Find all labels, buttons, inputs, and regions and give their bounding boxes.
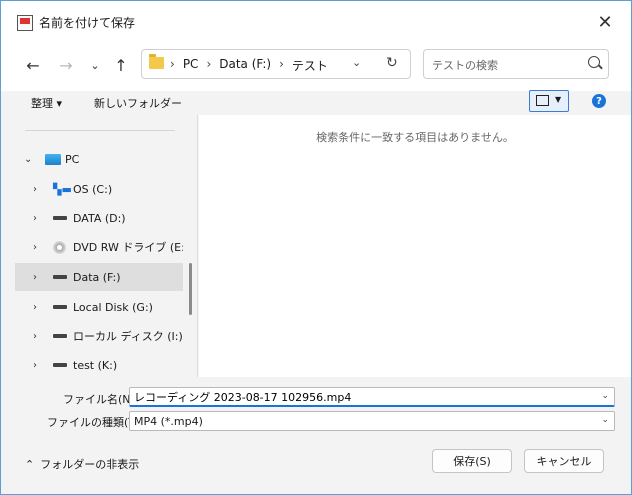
back-button[interactable]: ← xyxy=(21,53,45,77)
sidebar-item-dvd-e[interactable]: › DVD RW ドライブ (E:) Au xyxy=(15,233,183,261)
command-bar: 整理 ▾ 新しいフォルダー ▼ ? xyxy=(1,90,631,115)
save-as-dialog: 名前を付けて保存 ✕ ← → ⌄ ↑ › PC › Data (F:) › テス… xyxy=(0,0,632,495)
windows-drive-icon: ▚▬ xyxy=(53,182,72,196)
arrow-right-icon: → xyxy=(59,55,73,75)
chevron-right-icon[interactable]: › xyxy=(33,184,37,195)
view-options-button[interactable]: ▼ xyxy=(529,90,569,112)
sidebar-scrollbar[interactable] xyxy=(189,263,192,315)
chevron-down-icon: ⌄ xyxy=(90,58,100,72)
empty-message: 検索条件に一致する項目はありません。 xyxy=(316,131,514,144)
file-list-pane[interactable]: 検索条件に一致する項目はありません。 xyxy=(199,115,631,377)
forward-button[interactable]: → xyxy=(54,53,78,77)
view-icon xyxy=(536,95,549,106)
chevron-right-icon[interactable]: › xyxy=(33,272,37,283)
navigation-pane: ⌄ PC › ▚▬ OS (C:) › DATA (D:) › DVD RW ド… xyxy=(15,118,183,376)
chevron-down-icon[interactable]: ⌄ xyxy=(24,154,32,165)
sidebar-item-os-c[interactable]: › ▚▬ OS (C:) xyxy=(15,175,183,203)
filename-combobox[interactable]: ⌄ xyxy=(129,387,615,407)
breadcrumb: › PC › Data (F:) › テスト xyxy=(170,57,328,74)
save-button[interactable]: 保存(S) xyxy=(432,449,512,473)
drive-icon xyxy=(53,216,67,220)
hide-folders-toggle[interactable]: ⌃ フォルダーの非表示 xyxy=(25,456,139,472)
chevron-down-icon: ⌄ xyxy=(601,415,609,425)
breadcrumb-item-data-f[interactable]: Data (F:) xyxy=(219,57,271,74)
folder-icon xyxy=(149,54,164,69)
window-title: 名前を付けて保存 xyxy=(39,16,136,30)
chevron-right-icon[interactable]: › xyxy=(33,302,37,313)
breadcrumb-item-pc[interactable]: PC xyxy=(183,57,199,74)
arrow-up-icon: ↑ xyxy=(114,55,128,75)
filetype-select[interactable]: MP4 (*.mp4) ⌄ xyxy=(129,411,615,431)
caret-down-icon: ▼ xyxy=(555,95,562,104)
divider xyxy=(25,130,175,131)
pane-divider[interactable] xyxy=(197,115,198,377)
up-button[interactable]: ↑ xyxy=(109,53,133,77)
organize-button[interactable]: 整理 ▾ xyxy=(31,95,62,111)
cancel-button[interactable]: キャンセル xyxy=(524,449,604,473)
chevron-down-icon[interactable]: ⌄ xyxy=(601,391,609,401)
pc-icon xyxy=(45,153,61,165)
filename-input[interactable] xyxy=(134,390,574,404)
sidebar-item-test-k[interactable]: › test (K:) xyxy=(15,351,183,376)
navigation-bar: ← → ⌄ ↑ › PC › Data (F:) › テスト ⌄ ↻ xyxy=(1,43,631,91)
refresh-icon[interactable]: ↻ xyxy=(386,55,398,71)
search-icon xyxy=(588,56,600,68)
drive-icon xyxy=(53,305,67,309)
hide-folders-label: フォルダーの非表示 xyxy=(40,458,140,471)
address-bar[interactable]: › PC › Data (F:) › テスト ⌄ ↻ xyxy=(141,49,411,79)
sidebar-item-data-d[interactable]: › DATA (D:) xyxy=(15,204,183,232)
close-button[interactable]: ✕ xyxy=(587,5,623,39)
dvd-icon xyxy=(53,240,66,254)
chevron-up-icon: ⌃ xyxy=(25,457,35,471)
drive-icon xyxy=(53,363,67,367)
chevron-right-icon[interactable]: › xyxy=(33,213,37,224)
chevron-right-icon[interactable]: › xyxy=(33,360,37,371)
address-history-dropdown[interactable]: ⌄ xyxy=(352,56,361,69)
close-icon: ✕ xyxy=(597,11,613,33)
sidebar-item-local-disk-g[interactable]: › Local Disk (G:) xyxy=(15,293,183,321)
drive-icon xyxy=(53,275,67,279)
chevron-right-icon[interactable]: › xyxy=(33,331,37,342)
sidebar-item-pc[interactable]: ⌄ PC xyxy=(15,145,183,173)
search-input[interactable] xyxy=(430,55,584,75)
filename-label: ファイル名(N): xyxy=(63,393,139,406)
drive-icon xyxy=(53,334,67,338)
new-folder-button[interactable]: 新しいフォルダー xyxy=(94,95,182,111)
title-bar: 名前を付けて保存 ✕ xyxy=(1,1,631,43)
breadcrumb-item-test[interactable]: テスト xyxy=(292,57,328,74)
help-icon[interactable]: ? xyxy=(592,94,606,108)
search-box[interactable] xyxy=(423,49,609,79)
sidebar-item-data-f[interactable]: › Data (F:) xyxy=(15,263,183,291)
app-icon xyxy=(17,15,33,31)
sidebar-item-local-disk-i[interactable]: › ローカル ディスク (I:) xyxy=(15,322,183,350)
recent-locations-button[interactable]: ⌄ xyxy=(83,53,107,77)
chevron-right-icon[interactable]: › xyxy=(33,242,37,253)
arrow-left-icon: ← xyxy=(26,55,40,75)
filetype-value: MP4 (*.mp4) xyxy=(134,415,203,428)
